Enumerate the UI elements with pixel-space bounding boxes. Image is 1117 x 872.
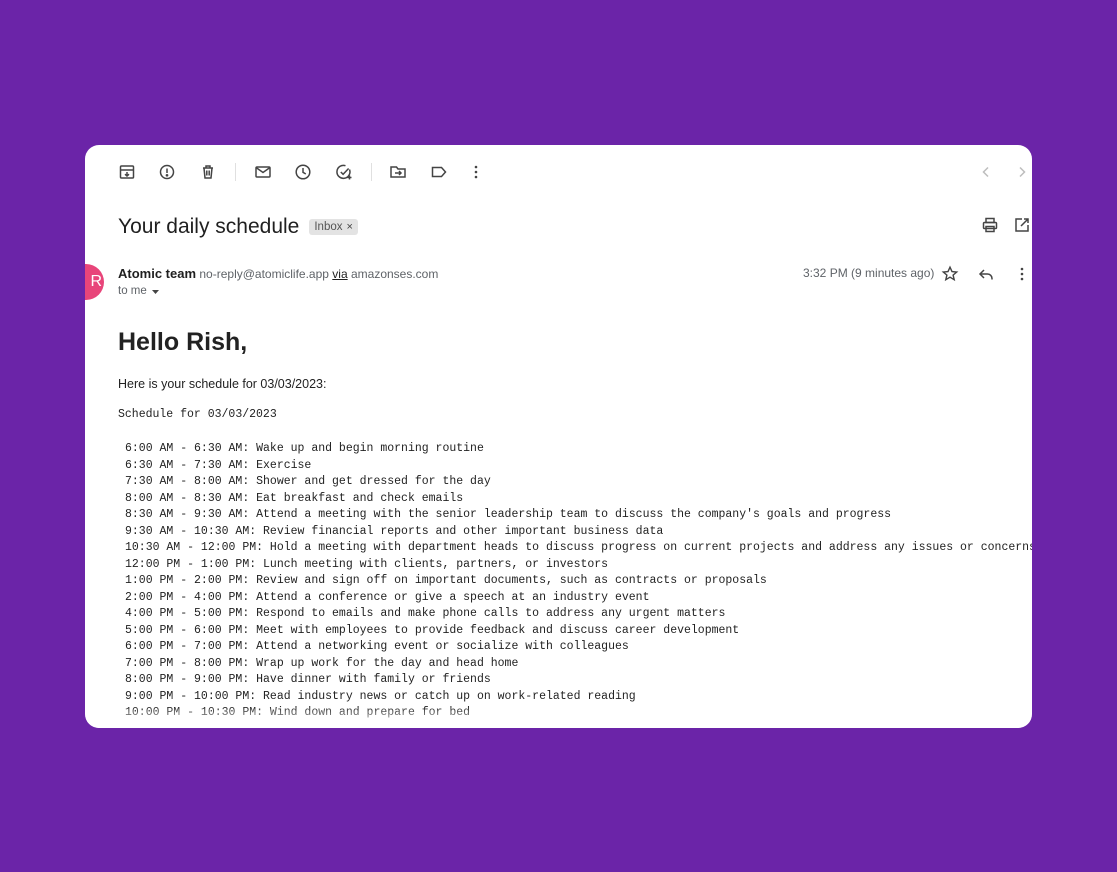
email-time: 3:32 PM (9 minutes ago)	[803, 266, 935, 280]
schedule-item: 6:30 AM - 7:30 AM: Exercise	[125, 458, 312, 472]
schedule-item: 1:00 PM - 2:00 PM: Review and sign off o…	[125, 574, 767, 587]
via-domain: amazonses.com	[350, 267, 439, 281]
schedule-list: 6:00 AM - 6:30 AM: Wake up and begin mor…	[125, 441, 1032, 722]
scroll-fade	[85, 706, 1032, 728]
move-to-icon[interactable]	[388, 162, 408, 182]
email-intro: Here is your schedule for 03/03/2023:	[118, 377, 327, 391]
mark-unread-icon[interactable]	[253, 162, 273, 182]
sender-line: Atomic team no-reply@atomiclife.app via …	[118, 266, 438, 281]
add-task-icon[interactable]	[334, 162, 354, 182]
prev-icon[interactable]	[976, 162, 996, 182]
open-new-window-icon[interactable]	[1012, 215, 1032, 235]
schedule-item: 12:00 PM - 1:00 PM: Lunch meeting with c…	[125, 557, 609, 571]
print-icon[interactable]	[980, 215, 1000, 235]
toolbar-divider	[235, 163, 236, 181]
label-icon[interactable]	[429, 162, 449, 182]
avatar[interactable]: R	[85, 264, 104, 300]
inbox-label-chip[interactable]: Inbox ×	[309, 219, 358, 235]
email-greeting: Hello Rish,	[118, 328, 248, 356]
schedule-item: 4:00 PM - 5:00 PM: Respond to emails and…	[125, 607, 726, 620]
toolbar-divider	[371, 163, 372, 181]
subject-row: Your daily schedule Inbox ×	[118, 213, 358, 241]
schedule-item: 5:00 PM - 6:00 PM: Meet with employees t…	[125, 623, 740, 637]
more-options-icon[interactable]	[1012, 264, 1032, 284]
schedule-item: 8:00 PM - 9:00 PM: Have dinner with fami…	[125, 673, 491, 686]
schedule-item: 2:00 PM - 4:00 PM: Attend a conference o…	[125, 590, 650, 604]
snooze-icon[interactable]	[293, 162, 313, 182]
recipient-details[interactable]: to me	[118, 285, 160, 297]
email-subject: Your daily schedule	[118, 215, 300, 238]
schedule-item: 6:00 AM - 6:30 AM: Wake up and begin mor…	[125, 442, 484, 455]
reply-icon[interactable]	[976, 264, 996, 284]
delete-icon[interactable]	[198, 162, 218, 182]
sender-name[interactable]: Atomic team	[118, 266, 196, 281]
chevron-down-icon[interactable]	[151, 287, 160, 296]
report-spam-icon[interactable]	[157, 162, 177, 182]
schedule-item: 7:30 AM - 8:00 AM: Shower and get dresse…	[125, 475, 491, 488]
remove-label-icon[interactable]: ×	[347, 221, 353, 233]
via-link[interactable]: via	[332, 267, 347, 281]
star-icon[interactable]	[940, 264, 960, 284]
email-card: Your daily schedule Inbox × R Atomic tea…	[85, 145, 1032, 728]
schedule-item: 7:00 PM - 8:00 PM: Wrap up work for the …	[125, 656, 519, 670]
schedule-item: 8:00 AM - 8:30 AM: Eat breakfast and che…	[125, 491, 464, 505]
schedule-item: 8:30 AM - 9:30 AM: Attend a meeting with…	[125, 508, 892, 521]
sender-email: no-reply@atomiclife.app	[199, 267, 329, 281]
more-vertical-icon[interactable]	[466, 162, 486, 182]
schedule-item: 6:00 PM - 7:00 PM: Attend a networking e…	[125, 640, 629, 653]
toolbar	[85, 145, 1032, 200]
label-chip-text: Inbox	[314, 221, 343, 233]
archive-icon[interactable]	[117, 162, 137, 182]
schedule-item: 10:30 AM - 12:00 PM: Hold a meeting with…	[125, 541, 1032, 554]
recipient-label: to me	[118, 285, 147, 297]
next-icon[interactable]	[1012, 162, 1032, 182]
schedule-item: 9:30 AM - 10:30 AM: Review financial rep…	[125, 524, 664, 538]
schedule-item: 9:00 PM - 10:00 PM: Read industry news o…	[125, 689, 636, 703]
schedule-title: Schedule for 03/03/2023	[118, 408, 277, 421]
